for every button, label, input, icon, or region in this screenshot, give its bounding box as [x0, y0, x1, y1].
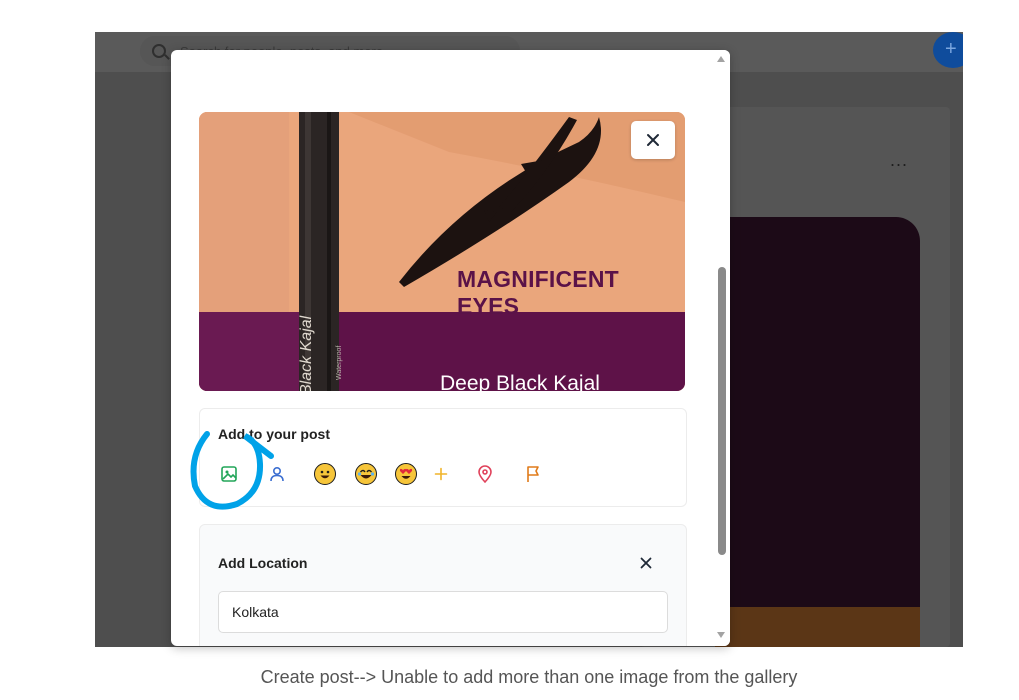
- background-create-button: +: [933, 32, 963, 68]
- close-location-button[interactable]: [636, 553, 656, 573]
- scroll-down-arrow-icon[interactable]: [717, 632, 725, 638]
- plus-icon: [434, 467, 448, 481]
- add-location-button[interactable]: [470, 459, 500, 489]
- product-subtitle-text: Deep Black Kajal: [440, 372, 600, 391]
- feeling-love-button[interactable]: [391, 459, 421, 489]
- pencil-small-text: Waterproof: [336, 345, 343, 380]
- scroll-up-arrow-icon[interactable]: [717, 56, 725, 62]
- flag-icon: [527, 466, 539, 482]
- add-location-title: Add Location: [218, 555, 308, 571]
- smile-emoji-icon: [314, 463, 336, 485]
- add-to-post-title: Add to your post: [218, 426, 330, 442]
- feeling-laugh-button[interactable]: [351, 459, 381, 489]
- more-feelings-button[interactable]: [426, 459, 456, 489]
- location-input[interactable]: [218, 591, 668, 633]
- location-pin-icon: [478, 465, 492, 483]
- close-icon: [640, 557, 652, 569]
- background-post-image: [715, 217, 920, 647]
- search-icon: [152, 44, 166, 58]
- create-post-modal: MAGNIFICENT EYES Deep Black Kajal Black …: [171, 50, 730, 646]
- add-to-post-panel: Add to your post: [199, 408, 687, 507]
- more-options-icon: ...: [890, 150, 909, 170]
- heart-eyes-emoji-icon: [395, 463, 417, 485]
- remove-photo-button[interactable]: [631, 121, 675, 159]
- feeling-smile-button[interactable]: [310, 459, 340, 489]
- close-icon: [647, 134, 659, 146]
- add-to-post-icon-row: [218, 459, 678, 489]
- selected-photo: MAGNIFICENT EYES Deep Black Kajal Black …: [199, 112, 685, 391]
- screenshot-caption: Create post--> Unable to add more than o…: [260, 667, 798, 687]
- add-photo-button[interactable]: [214, 459, 244, 489]
- user-tag-icon: [270, 466, 284, 482]
- product-photo-drawing: [199, 112, 685, 391]
- tag-people-button[interactable]: [262, 459, 292, 489]
- add-location-panel: Add Location: [199, 524, 687, 646]
- product-title-text: MAGNIFICENT EYES: [457, 266, 619, 319]
- modal-scrollbar[interactable]: [713, 50, 730, 646]
- image-icon: [221, 466, 237, 482]
- pencil-label-text: Black Kajal: [298, 315, 315, 391]
- laugh-emoji-icon: [355, 463, 377, 485]
- life-event-button[interactable]: [518, 459, 548, 489]
- scrollbar-thumb[interactable]: [718, 267, 726, 555]
